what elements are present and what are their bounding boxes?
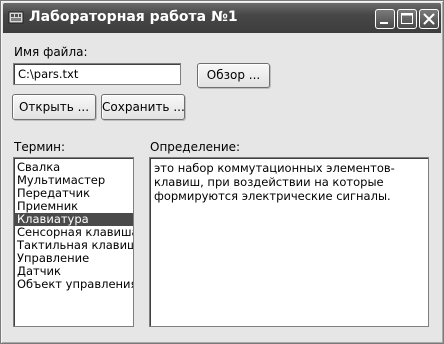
terms-list-item[interactable]: Объект управления	[14, 278, 133, 291]
terms-label: Термин:	[14, 140, 66, 154]
minimize-button[interactable]	[375, 9, 395, 29]
terms-list[interactable]: Свалка Мультимастер Передатчик Приемник Клав…	[13, 157, 134, 327]
close-icon	[423, 13, 435, 25]
save-button[interactable]: Сохранить ...	[101, 94, 185, 120]
file-name-input[interactable]: C:\pars.txt	[13, 63, 181, 85]
window-title: Лабораторная работа №1	[29, 9, 238, 25]
open-button[interactable]: Открыть ...	[12, 94, 96, 120]
maximize-button[interactable]	[397, 9, 417, 29]
minimize-icon	[380, 22, 388, 24]
app-icon[interactable]	[8, 10, 24, 26]
close-button[interactable]	[419, 9, 439, 29]
file-name-label: Имя файла:	[14, 45, 88, 59]
app-window: Лабораторная работа №1 Имя файла: C:\par…	[0, 0, 444, 344]
title-bar[interactable]: Лабораторная работа №1	[3, 3, 441, 33]
browse-button[interactable]: Обзор ...	[197, 63, 270, 88]
terms-list-items: Свалка Мультимастер Передатчик Приемник Клав…	[14, 158, 133, 291]
definition-text-area[interactable]: это набор коммутационных элементов-клави…	[149, 157, 429, 327]
definition-label: Определение:	[150, 140, 241, 154]
maximize-icon	[401, 13, 413, 24]
